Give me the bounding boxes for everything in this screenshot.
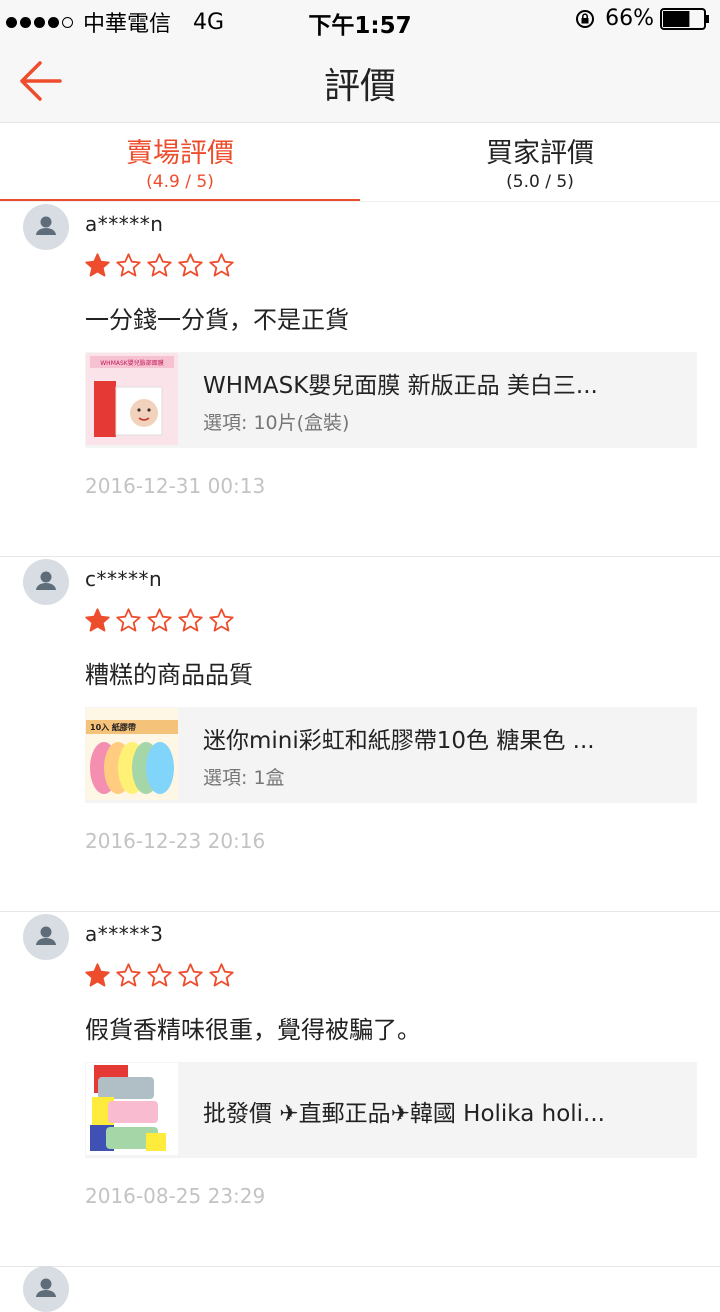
review-date: 2016-12-23 20:16 [85,829,266,853]
product-thumbnail [86,1063,178,1155]
product-card[interactable]: WHMASK嬰兒臉部面膜 WHMASK嬰兒面膜 新版正品 美白三... 選項: … [85,352,697,448]
star-filled-icon [85,253,110,277]
product-name: 批發價 ✈直郵正品✈韓國 Holika holi... [203,1101,605,1127]
review-comment: 糟糕的商品品質 [85,661,253,689]
star-filled-icon [85,963,110,987]
tab-rating: (5.0 / 5) [506,172,574,192]
user-icon [36,571,56,590]
star-empty-icon [116,253,141,277]
reviewer-name: a*****3 [85,922,164,946]
tab-shop-ratings[interactable]: 賣場評價 (4.9 / 5) [0,123,360,201]
product-thumbnail: 10入 紙膠帶 [86,708,178,800]
star-empty-icon [147,608,172,632]
star-empty-icon [116,608,141,632]
page-title: 評價 [323,66,396,107]
reviewer-name: a*****n [85,212,164,236]
avatar[interactable] [23,1266,69,1312]
review-item: a*****3 假貨香精味很重，覺得被騙了。 批發價 ✈直郵正品✈韓國 Holi… [0,912,720,1267]
star-rating [84,252,235,279]
reviewer-name: c*****n [85,567,163,591]
product-thumbnail: WHMASK嬰兒臉部面膜 [86,353,178,445]
review-date: 2016-08-25 23:29 [85,1184,266,1208]
tab-label: 買家評價 [486,138,594,169]
tab-label: 賣場評價 [126,138,234,169]
star-empty-icon [209,253,234,277]
user-icon [36,1278,56,1297]
product-option: 選項: 10片(盒裝) [203,412,350,434]
battery-icon [660,7,709,30]
star-rating [84,962,235,989]
star-empty-icon [178,963,203,987]
status-bar: 中華電信 4G 下午1:57 66% [0,0,720,40]
user-icon [36,216,56,235]
avatar[interactable] [23,204,69,250]
review-item: c*****n 糟糕的商品品質 10入 紙膠帶 迷你mini彩虹和紙膠帶10色 … [0,557,720,912]
product-card[interactable]: 10入 紙膠帶 迷你mini彩虹和紙膠帶10色 糖果色 ... 選項: 1盒 [85,707,697,803]
star-filled-icon [85,608,110,632]
star-empty-icon [116,963,141,987]
tab-buyer-ratings[interactable]: 買家評價 (5.0 / 5) [360,123,720,201]
review-comment: 假貨香精味很重，覺得被騙了。 [85,1016,421,1044]
review-comment: 一分錢一分貨，不是正貨 [85,306,349,334]
review-item: a*****n 一分錢一分貨，不是正貨 WHMASK嬰兒臉部面膜 WHMASK嬰… [0,202,720,557]
star-empty-icon [147,963,172,987]
avatar[interactable] [23,559,69,605]
rating-tabs: 賣場評價 (4.9 / 5) 買家評價 (5.0 / 5) [0,123,720,203]
star-empty-icon [209,963,234,987]
avatar[interactable] [23,914,69,960]
thumb-title: WHMASK嬰兒臉部面膜 [100,359,163,367]
tab-rating: (4.9 / 5) [146,172,214,192]
nose-strip-steps-thumbnail [86,1063,178,1155]
rotation-lock-icon [576,9,595,28]
washi-tape-thumbnail: 10入 紙膠帶 [86,708,178,800]
star-empty-icon [147,253,172,277]
product-name: 迷你mini彩虹和紙膠帶10色 糖果色 ... [203,728,595,754]
product-name: WHMASK嬰兒面膜 新版正品 美白三... [203,373,598,399]
nav-bar: 評價 [0,40,720,123]
star-empty-icon [209,608,234,632]
star-rating [84,607,235,634]
battery-percent: 66% [605,6,654,31]
review-date: 2016-12-31 00:13 [85,474,266,498]
face-mask-box-thumbnail: WHMASK嬰兒臉部面膜 [86,353,178,445]
product-option: 選項: 1盒 [203,767,285,789]
user-icon [36,926,56,945]
thumb-title: 10入 紙膠帶 [90,722,136,732]
star-empty-icon [178,253,203,277]
status-right: 66% [575,6,710,31]
product-card[interactable]: 批發價 ✈直郵正品✈韓國 Holika holi... [85,1062,697,1158]
star-empty-icon [178,608,203,632]
